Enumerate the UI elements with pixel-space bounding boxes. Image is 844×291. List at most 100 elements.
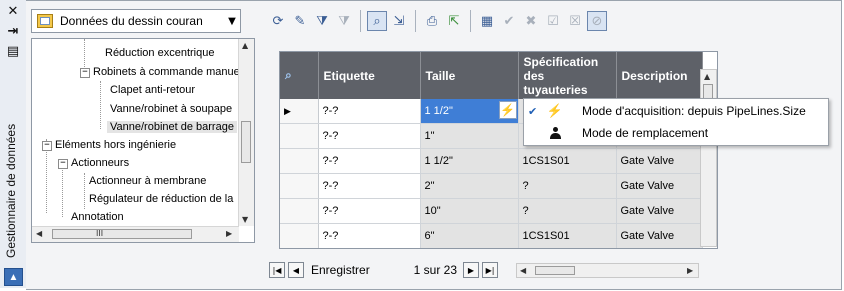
clear-filter-icon[interactable]: ⧩ — [334, 11, 354, 31]
cell-size[interactable]: 6" — [420, 223, 519, 248]
data-grid: ⌕ Etiquette Taille Spécification des tuy… — [279, 51, 718, 249]
last-record-button[interactable]: ▶| — [482, 262, 498, 278]
cell-size[interactable]: 2" — [420, 173, 519, 199]
scroll-right-icon[interactable]: ▶ — [687, 266, 693, 275]
menu-item-override-mode[interactable]: Mode de remplacement — [524, 122, 828, 144]
tree-item[interactable]: Eléments hors ingénierie — [52, 136, 179, 154]
grid-corner-header[interactable]: ⌕ — [280, 52, 319, 99]
collapse-icon[interactable]: − — [42, 141, 52, 151]
accept-all-icon[interactable]: ☑ — [543, 11, 563, 31]
table-row[interactable]: ?-? 1 1/2" 1CS1S01 Gate Valve — [280, 148, 703, 174]
refresh-icon[interactable]: ⟳ — [268, 11, 288, 31]
tree-item[interactable]: Annotation — [68, 208, 127, 226]
data-source-selected: Données du dessin couran — [60, 14, 203, 28]
zoom-icon[interactable]: ⌕ — [367, 11, 387, 31]
scroll-up-icon[interactable]: ▲ — [242, 41, 248, 50]
cell-tag[interactable]: ?-? — [318, 123, 421, 149]
cell-tag[interactable]: ?-? — [318, 148, 421, 174]
cell-spec[interactable]: ? — [518, 198, 617, 224]
lightning-icon: ⚡ — [546, 103, 564, 118]
cell-spec[interactable]: 1CS1S01 — [518, 148, 617, 174]
person-icon — [546, 127, 564, 139]
scroll-up-icon[interactable]: ▲ — [704, 72, 710, 81]
grid-vertical-scrollbar[interactable]: ▲ — [700, 69, 717, 247]
reject-icon[interactable]: ✖ — [521, 11, 541, 31]
tree-horizontal-scrollbar[interactable]: ◀ III ▶ — [32, 226, 239, 242]
tree-item-selected[interactable]: Vanne/robinet de barrage — [107, 118, 237, 136]
collapse-icon[interactable]: − — [80, 68, 90, 78]
zoom-icon: ⌕ — [285, 68, 292, 82]
cell-size[interactable]: 1" — [420, 123, 519, 149]
first-record-button[interactable]: |◀ — [269, 262, 285, 278]
toolbar-separator — [415, 10, 416, 32]
collapse-icon[interactable]: − — [58, 159, 68, 169]
category-tree[interactable]: Réduction excentrique − Robinets à comma… — [31, 38, 255, 243]
cell-description[interactable]: Gate Valve — [616, 148, 703, 174]
table-row[interactable]: ?-? 2" ? Gate Valve — [280, 173, 703, 199]
cell-tag[interactable]: ?-? — [318, 198, 421, 224]
row-header[interactable]: ▶ — [280, 99, 319, 124]
cell-tag[interactable]: ?-? — [318, 223, 421, 248]
column-header-spec[interactable]: Spécification des tuyauteries — [518, 52, 617, 99]
print-icon[interactable]: ⎙ — [422, 11, 442, 31]
tree-item[interactable]: Réduction excentrique — [102, 44, 217, 62]
cell-size-active[interactable]: 1 1/2" ⚡ — [420, 99, 519, 124]
row-header[interactable] — [280, 223, 319, 248]
edit-icon[interactable]: ✎ — [290, 11, 310, 31]
scroll-right-icon[interactable]: ▶ — [226, 229, 232, 238]
scroll-thumb[interactable] — [535, 266, 575, 275]
scroll-left-icon[interactable]: ◀ — [36, 229, 42, 238]
export-icon[interactable]: ⇲ — [389, 11, 409, 31]
palette-menu-icon[interactable]: ▲ — [4, 268, 23, 286]
autohide-icon[interactable]: ⇥ — [5, 24, 21, 39]
cell-description[interactable]: Gate Valve — [616, 173, 703, 199]
grid-horizontal-scrollbar[interactable]: ◀ ▶ — [516, 263, 699, 278]
table-row[interactable]: ?-? 10" ? Gate Valve — [280, 198, 703, 224]
row-header[interactable] — [280, 198, 319, 224]
tree-item[interactable]: Vanne/robinet à soupape — [107, 100, 235, 118]
toolbar-separator — [360, 10, 361, 32]
next-record-button[interactable]: ▶ — [463, 262, 479, 278]
toolbar: ⟳ ✎ ⧩ ⧩ ⌕ ⇲ ⎙ ⇱ ▦ ✔ ✖ ☑ ☒ ⊘ — [268, 9, 673, 33]
cell-size[interactable]: 1 1/2" — [420, 148, 519, 174]
row-header[interactable] — [280, 173, 319, 199]
scroll-thumb[interactable] — [241, 121, 251, 163]
cell-description[interactable]: Gate Valve — [616, 198, 703, 224]
scroll-thumb-grip: III — [96, 229, 104, 238]
data-source-dropdown[interactable]: Données du dessin couran ▼ — [31, 9, 241, 33]
tree-item[interactable]: Actionneur à membrane — [86, 172, 209, 190]
disabled-icon[interactable]: ⊘ — [587, 11, 607, 31]
palette-title-bar: ✕ ⇥ ▤ Gestionnaire de données ▲ — [0, 0, 27, 288]
filter-icon[interactable]: ⧩ — [312, 11, 332, 31]
tree-item[interactable]: Robinets à commande manuel — [90, 63, 245, 81]
accept-icon[interactable]: ✔ — [499, 11, 519, 31]
table-row[interactable]: ?-? 6" 1CS1S01 Gate Valve — [280, 223, 703, 248]
scroll-left-icon[interactable]: ◀ — [520, 266, 526, 275]
scroll-thumb[interactable] — [52, 229, 192, 239]
lightning-icon[interactable]: ⚡ — [498, 101, 517, 119]
tree-item[interactable]: Actionneurs — [68, 154, 132, 172]
cell-spec[interactable]: ? — [518, 173, 617, 199]
cell-description[interactable]: Gate Valve — [616, 223, 703, 248]
chevron-down-icon[interactable]: ▼ — [224, 16, 240, 27]
properties-icon[interactable]: ▤ — [5, 44, 21, 59]
close-icon[interactable]: ✕ — [5, 4, 21, 19]
cell-tag[interactable]: ?-? — [318, 173, 421, 199]
cell-spec[interactable]: 1CS1S01 — [518, 223, 617, 248]
column-header-size[interactable]: Taille — [420, 52, 519, 99]
cell-size[interactable]: 10" — [420, 198, 519, 224]
cell-tag[interactable]: ?-? — [318, 99, 421, 124]
previous-record-button[interactable]: ◀ — [288, 262, 304, 278]
column-header-tag[interactable]: Etiquette — [318, 52, 421, 99]
tree-item[interactable]: Clapet anti-retour — [107, 81, 198, 99]
tree-vertical-scrollbar[interactable]: ▲ ▼ — [238, 39, 254, 226]
scroll-down-icon[interactable]: ▼ — [242, 215, 248, 224]
menu-item-acquisition-mode[interactable]: ✔ ⚡ Mode d'acquisition: depuis PipeLines… — [524, 100, 828, 122]
column-header-description[interactable]: Description — [616, 52, 703, 99]
row-header[interactable] — [280, 148, 319, 174]
tree-item[interactable]: Régulateur de réduction de la — [86, 190, 236, 208]
import-icon[interactable]: ⇱ — [444, 11, 464, 31]
row-header[interactable] — [280, 123, 319, 149]
sheet-icon[interactable]: ▦ — [477, 11, 497, 31]
reject-all-icon[interactable]: ☒ — [565, 11, 585, 31]
